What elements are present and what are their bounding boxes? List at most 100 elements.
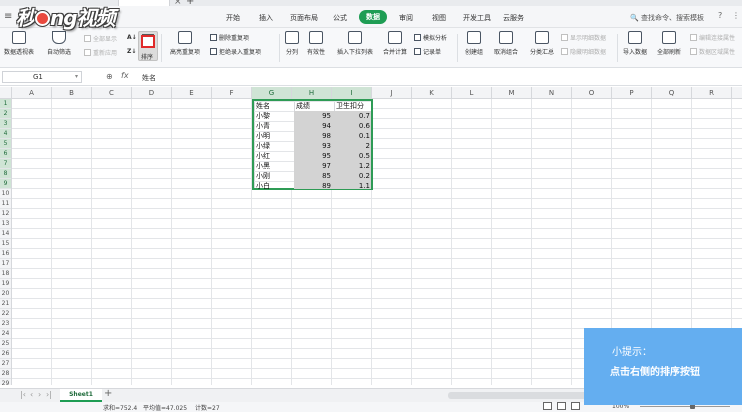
ungroup-button[interactable]: 取消组合 bbox=[490, 31, 522, 56]
table-cell[interactable]: 95 bbox=[294, 151, 331, 161]
table-cell[interactable]: 姓名 bbox=[256, 101, 292, 111]
row-header[interactable]: 16 bbox=[0, 249, 11, 259]
menu-icon[interactable]: ≡ bbox=[4, 11, 12, 22]
table-cell[interactable]: 93 bbox=[294, 141, 331, 151]
next-sheet-icon[interactable]: › bbox=[38, 390, 41, 399]
zoom-formula-icon[interactable]: ⊕ bbox=[106, 72, 113, 81]
table-cell[interactable]: 卫生扣分 bbox=[336, 101, 372, 111]
table-cell[interactable]: 98 bbox=[294, 131, 331, 141]
row-header[interactable]: 23 bbox=[0, 319, 11, 329]
row-header[interactable]: 2 bbox=[0, 109, 11, 119]
create-group-button[interactable]: 创建组 bbox=[460, 31, 488, 56]
row-header[interactable]: 22 bbox=[0, 309, 11, 319]
column-header-q[interactable]: Q bbox=[652, 87, 692, 99]
refresh-all-button[interactable]: 全部刷新 bbox=[653, 31, 685, 56]
simulate-analysis-button[interactable]: 模拟分析 bbox=[414, 33, 447, 42]
autofilter-button[interactable]: 自动筛选 bbox=[44, 31, 74, 56]
column-header-l[interactable]: L bbox=[452, 87, 492, 99]
row-header[interactable]: 5 bbox=[0, 139, 11, 149]
menu-page-layout[interactable]: 页面布局 bbox=[290, 13, 318, 23]
table-cell[interactable]: 小黎 bbox=[256, 111, 292, 121]
consolidate-button[interactable]: 合并计算 bbox=[380, 31, 410, 56]
row-header[interactable]: 11 bbox=[0, 199, 11, 209]
more-icon[interactable]: ⋮ bbox=[732, 11, 740, 20]
table-cell[interactable]: 89 bbox=[294, 181, 331, 191]
row-header[interactable]: 15 bbox=[0, 239, 11, 249]
import-data-button[interactable]: 导入数据 bbox=[620, 31, 650, 56]
row-header[interactable]: 12 bbox=[0, 209, 11, 219]
insert-dropdown-button[interactable]: 插入下拉列表 bbox=[334, 31, 376, 56]
table-cell[interactable]: 小明 bbox=[256, 131, 292, 141]
row-header[interactable]: 13 bbox=[0, 219, 11, 229]
fx-icon[interactable]: fx bbox=[121, 71, 129, 80]
table-cell[interactable]: 2 bbox=[334, 141, 370, 151]
row-header[interactable]: 8 bbox=[0, 169, 11, 179]
table-cell[interactable]: 1.2 bbox=[334, 161, 370, 171]
row-header[interactable]: 9 bbox=[0, 179, 11, 189]
row-header[interactable]: 20 bbox=[0, 289, 11, 299]
column-header-i[interactable]: I bbox=[332, 87, 372, 99]
sort-button[interactable]: 排序 bbox=[138, 31, 158, 61]
row-header[interactable]: 4 bbox=[0, 129, 11, 139]
column-header-k[interactable]: K bbox=[412, 87, 452, 99]
table-cell[interactable]: 成绩 bbox=[296, 101, 332, 111]
menu-formula[interactable]: 公式 bbox=[333, 13, 347, 23]
row-header[interactable]: 1 bbox=[0, 99, 11, 109]
row-header[interactable]: 14 bbox=[0, 229, 11, 239]
remove-duplicates-button[interactable]: 删除重复项 bbox=[210, 33, 249, 42]
prev-sheet-icon[interactable]: ‹ bbox=[30, 390, 33, 399]
table-cell[interactable]: 小黑 bbox=[256, 161, 292, 171]
sort-ascending-icon[interactable]: A↓ bbox=[127, 34, 137, 41]
zoom-slider[interactable] bbox=[640, 406, 730, 407]
menu-view[interactable]: 视图 bbox=[432, 13, 446, 23]
selected-range[interactable]: 姓名 成绩 卫生扣分 小黎 95 0.7 小青 94 0.6 小明 98 0.1 小绿 93 2 小红 95 0.… bbox=[252, 99, 373, 190]
table-cell[interactable]: 小绿 bbox=[256, 141, 292, 151]
menu-developer[interactable]: 开发工具 bbox=[463, 13, 491, 23]
table-cell[interactable]: 小青 bbox=[256, 121, 292, 131]
table-cell[interactable]: 85 bbox=[294, 171, 331, 181]
first-sheet-icon[interactable]: |‹ bbox=[20, 390, 26, 399]
highlight-duplicates-button[interactable]: 高亮重复项 bbox=[164, 31, 206, 56]
hide-detail-button[interactable]: 隐藏明细数据 bbox=[561, 47, 606, 56]
name-box[interactable]: G1 ▾ bbox=[2, 71, 82, 83]
reapply-button[interactable]: 重新应用 bbox=[84, 48, 117, 57]
column-header-d[interactable]: D bbox=[132, 87, 172, 99]
page-break-view-icon[interactable] bbox=[571, 402, 580, 410]
command-search[interactable]: 🔍 查找命令、搜索模板 bbox=[630, 13, 704, 23]
row-header[interactable]: 24 bbox=[0, 329, 11, 339]
menu-review[interactable]: 审阅 bbox=[399, 13, 413, 23]
column-header-c[interactable]: C bbox=[92, 87, 132, 99]
split-column-button[interactable]: 分列 bbox=[282, 31, 302, 56]
sheet-tab-sheet1[interactable]: Sheet1 bbox=[60, 389, 102, 402]
row-header[interactable]: 3 bbox=[0, 119, 11, 129]
menu-cloud[interactable]: 云服务 bbox=[503, 13, 524, 23]
table-cell[interactable]: 1.1 bbox=[334, 181, 370, 191]
column-header-h[interactable]: H bbox=[292, 87, 332, 99]
table-cell[interactable]: 小刚 bbox=[256, 171, 292, 181]
show-detail-button[interactable]: 显示明细数据 bbox=[561, 33, 606, 42]
row-header[interactable]: 27 bbox=[0, 359, 11, 369]
add-sheet-icon[interactable]: + bbox=[104, 388, 112, 399]
select-all-corner[interactable] bbox=[0, 87, 12, 99]
column-header-b[interactable]: B bbox=[52, 87, 92, 99]
row-header[interactable]: 7 bbox=[0, 159, 11, 169]
table-cell[interactable]: 0.1 bbox=[334, 131, 370, 141]
table-cell[interactable]: 0.5 bbox=[334, 151, 370, 161]
row-header[interactable]: 17 bbox=[0, 259, 11, 269]
reject-duplicates-button[interactable]: 拒绝录入重复项 bbox=[210, 47, 261, 56]
table-cell[interactable]: 0.6 bbox=[334, 121, 370, 131]
column-header-m[interactable]: M bbox=[492, 87, 532, 99]
menu-insert[interactable]: 插入 bbox=[259, 13, 273, 23]
validity-button[interactable]: 有效性 bbox=[303, 31, 329, 56]
table-cell[interactable]: 小红 bbox=[256, 151, 292, 161]
horizontal-scrollbar[interactable] bbox=[448, 392, 588, 399]
normal-view-icon[interactable] bbox=[543, 402, 552, 410]
row-header[interactable]: 18 bbox=[0, 269, 11, 279]
row-header[interactable]: 26 bbox=[0, 349, 11, 359]
subtotal-button[interactable]: 分类汇总 bbox=[527, 31, 557, 56]
column-header-a[interactable]: A bbox=[12, 87, 52, 99]
table-cell[interactable]: 0.7 bbox=[334, 111, 370, 121]
column-header-n[interactable]: N bbox=[532, 87, 572, 99]
table-cell[interactable]: 94 bbox=[294, 121, 331, 131]
column-header-e[interactable]: E bbox=[172, 87, 212, 99]
